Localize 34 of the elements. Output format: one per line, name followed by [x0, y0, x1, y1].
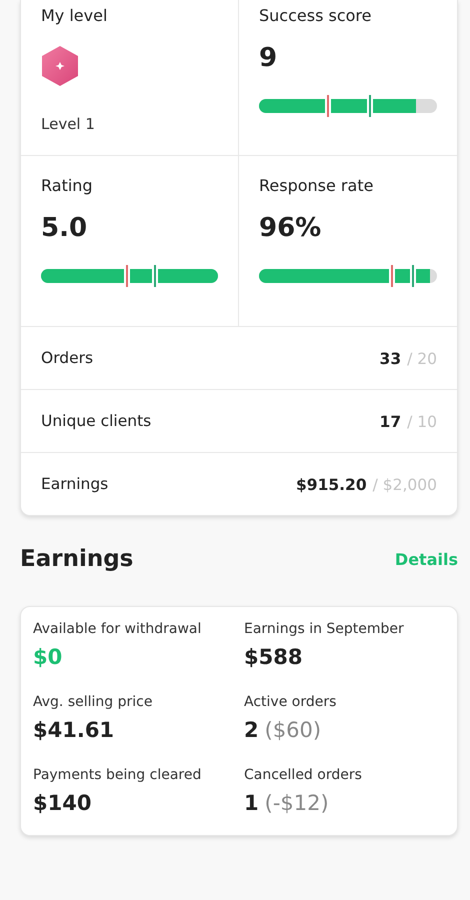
stat-label: Earnings in September [244, 621, 405, 637]
metric-value: 96% [259, 213, 322, 243]
stat-value: $0 [33, 645, 62, 669]
stat-value: $41.61 [33, 718, 114, 742]
row-label: Unique clients [41, 412, 152, 430]
stat-label: Available for withdrawal [33, 621, 202, 637]
stat-label: Active orders [244, 694, 338, 710]
row-target: / 20 [407, 350, 437, 368]
stat-label: Payments being cleared [33, 767, 202, 783]
level-label: Level 1 [41, 115, 96, 133]
metric-value: 9 [259, 43, 278, 73]
tile-title: Rating [41, 176, 94, 195]
level-badge-icon [41, 45, 79, 87]
tile-title: Response rate [259, 176, 374, 195]
section-title: Earnings [20, 546, 134, 572]
stat-note: ($60) [264, 718, 322, 742]
tile-title: Success score [259, 6, 372, 25]
stat-value: $588 [244, 645, 302, 669]
stat-value: 1 [244, 791, 259, 815]
row-label: Earnings [41, 475, 108, 493]
stat-value: $140 [33, 791, 92, 815]
stat-note: (-$12) [264, 791, 329, 815]
row-target: / $2,000 [372, 476, 437, 494]
row-label: Orders [41, 349, 94, 367]
row-value: $915.20 [296, 476, 367, 494]
details-link[interactable]: Details [394, 550, 458, 568]
metric-value: 5.0 [41, 213, 88, 243]
tile-title: My level [41, 6, 108, 25]
stat-label: Cancelled orders [244, 767, 363, 783]
stat-value: 2 [244, 718, 259, 742]
row-value: 17 [380, 412, 402, 430]
row-value: 33 [380, 350, 402, 368]
row-target: / 10 [407, 412, 437, 430]
stat-label: Avg. selling price [33, 694, 154, 710]
